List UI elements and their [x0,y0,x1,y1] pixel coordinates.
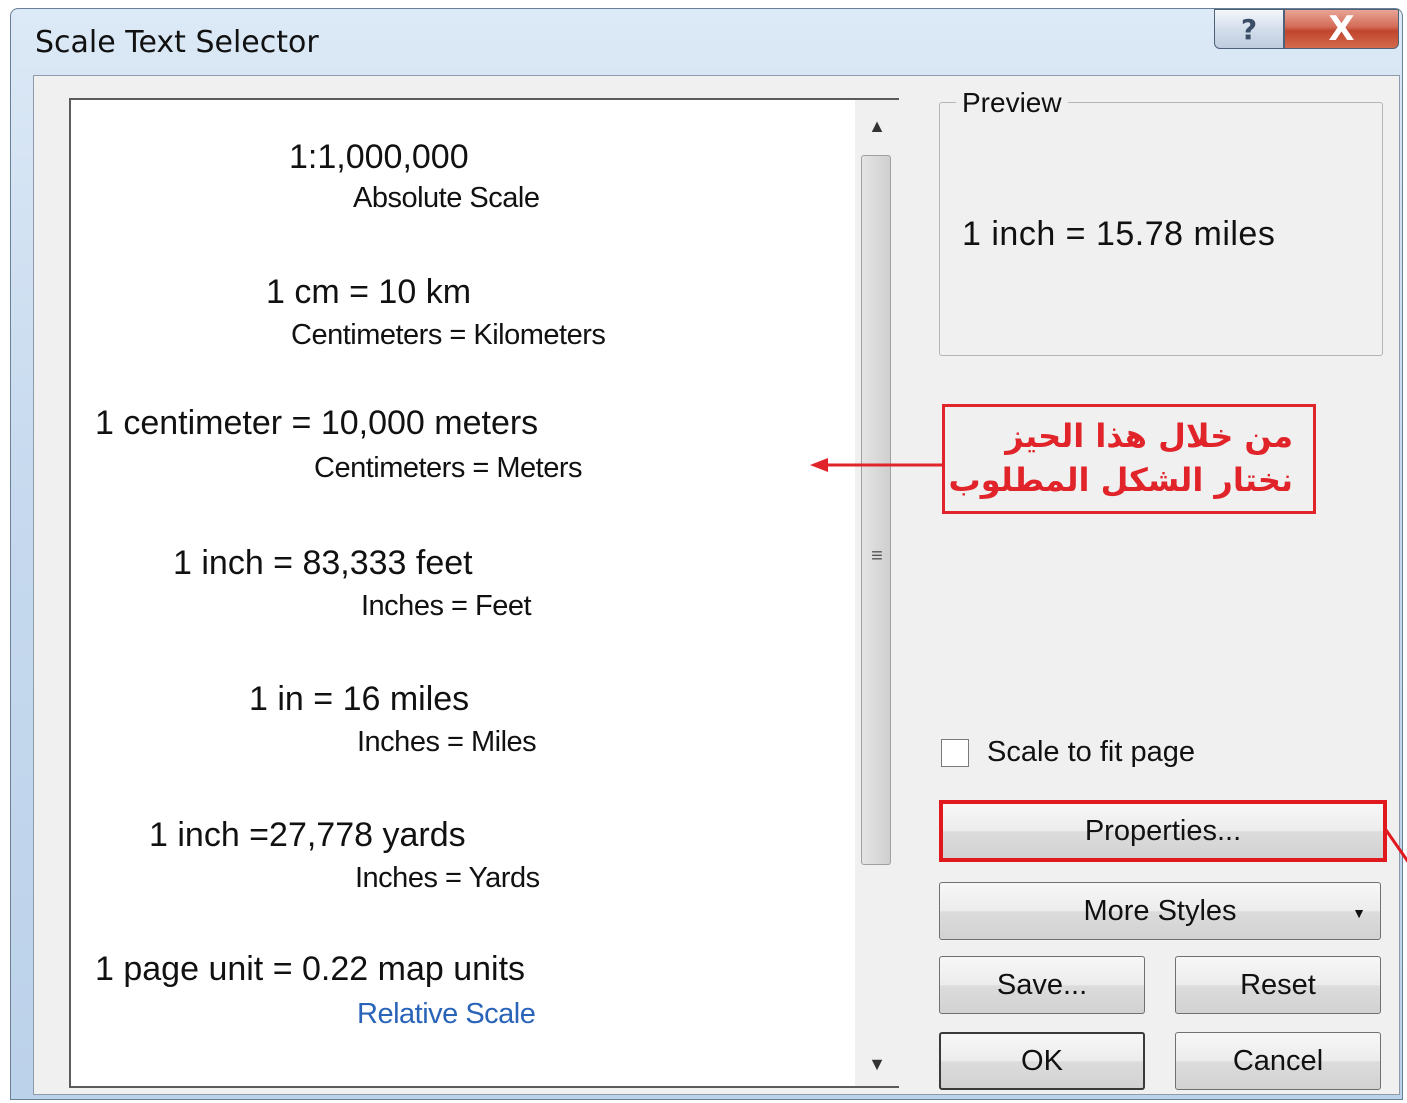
scroll-down-button[interactable]: ▼ [855,1044,899,1084]
style-name: Inches = Miles [357,726,537,758]
style-sample: 1:1,000,000 [289,138,469,176]
style-name: Absolute Scale [353,182,540,214]
preview-text: 1 inch = 15.78 miles [962,215,1276,253]
annotation-line-1: من خلال هذا الحيز [1005,417,1293,455]
dialog-client-area: 1:1,000,000 Absolute Scale 1 cm = 10 km … [33,75,1407,1095]
help-button[interactable]: ? [1214,9,1284,49]
ok-button[interactable]: OK [939,1032,1145,1090]
style-sample: 1 centimeter = 10,000 meters [95,404,539,442]
title-bar: Scale Text Selector ? X [11,9,1402,75]
preview-group: Preview 1 inch = 15.78 miles [939,87,1383,356]
style-name: Centimeters = Meters [314,452,583,484]
style-sample: 1 inch =27,778 yards [149,816,466,854]
scale-text-style-list[interactable]: 1:1,000,000 Absolute Scale 1 cm = 10 km … [69,98,899,1088]
up-arrow-icon: ▲ [868,115,886,136]
grip-icon: ≡ [871,545,883,567]
window-title: Scale Text Selector [35,25,319,60]
help-icon: ? [1240,12,1258,46]
style-sample: 1 cm = 10 km [266,273,472,311]
annotation-line-2: نختار الشكل المطلوب [948,461,1293,499]
style-name: Centimeters = Kilometers [291,319,606,351]
properties-button[interactable]: Properties... [939,800,1387,862]
down-arrow-icon: ▼ [868,1053,886,1074]
scale-to-fit-checkbox[interactable] [941,738,969,767]
annotation-pointer-icon [1384,829,1407,863]
style-sample: 1 in = 16 miles [249,680,470,718]
more-styles-label: More Styles [1083,894,1237,927]
caret-down-icon: ▼ [1352,905,1366,921]
close-button[interactable]: X [1284,9,1399,49]
style-name: Inches = Yards [355,862,540,894]
cancel-button[interactable]: Cancel [1175,1032,1381,1090]
scale-to-fit-option[interactable]: Scale to fit page [941,736,1195,769]
style-name: Inches = Feet [361,590,532,622]
preview-label: Preview [956,87,1068,119]
list-scrollbar[interactable]: ▲ ≡ ▼ [855,98,899,1088]
more-styles-button[interactable]: More Styles ▼ [939,882,1381,940]
style-sample: 1 page unit = 0.22 map units [95,950,526,988]
style-sample: 1 inch = 83,333 feet [173,544,473,582]
reset-button[interactable]: Reset [1175,956,1381,1014]
scroll-up-button[interactable]: ▲ [855,106,899,146]
close-icon: X [1328,9,1355,49]
scale-to-fit-label: Scale to fit page [987,736,1195,768]
style-name: Relative Scale [357,998,536,1030]
annotation-arrow-icon [810,458,942,472]
scrollbar-thumb[interactable]: ≡ [861,155,891,865]
dialog-window: Scale Text Selector ? X 1:1,000,000 Abso… [10,8,1407,1100]
annotation-callout: من خلال هذا الحيز نختار الشكل المطلوب [942,404,1316,514]
save-button[interactable]: Save... [939,956,1145,1014]
